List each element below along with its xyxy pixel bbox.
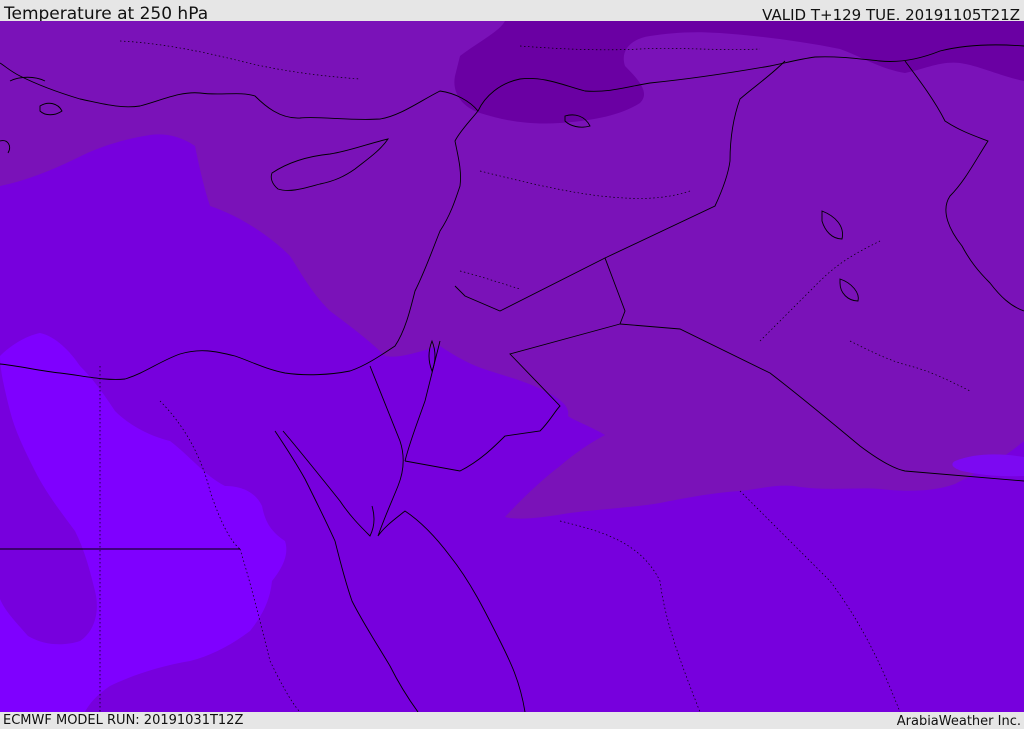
footer-bar: ECMWF MODEL RUN: 20191031T12Z ArabiaWeat… [0,712,1024,729]
credit-label: ArabiaWeather Inc. [896,714,1021,729]
header-bar: Temperature at 250 hPa VALID T+129 TUE. … [0,0,1024,24]
map-canvas [0,21,1024,712]
map-figure: Temperature at 250 hPa VALID T+129 TUE. … [0,0,1024,729]
map-svg [0,21,1024,712]
model-run-label: ECMWF MODEL RUN: 20191031T12Z [3,713,244,728]
